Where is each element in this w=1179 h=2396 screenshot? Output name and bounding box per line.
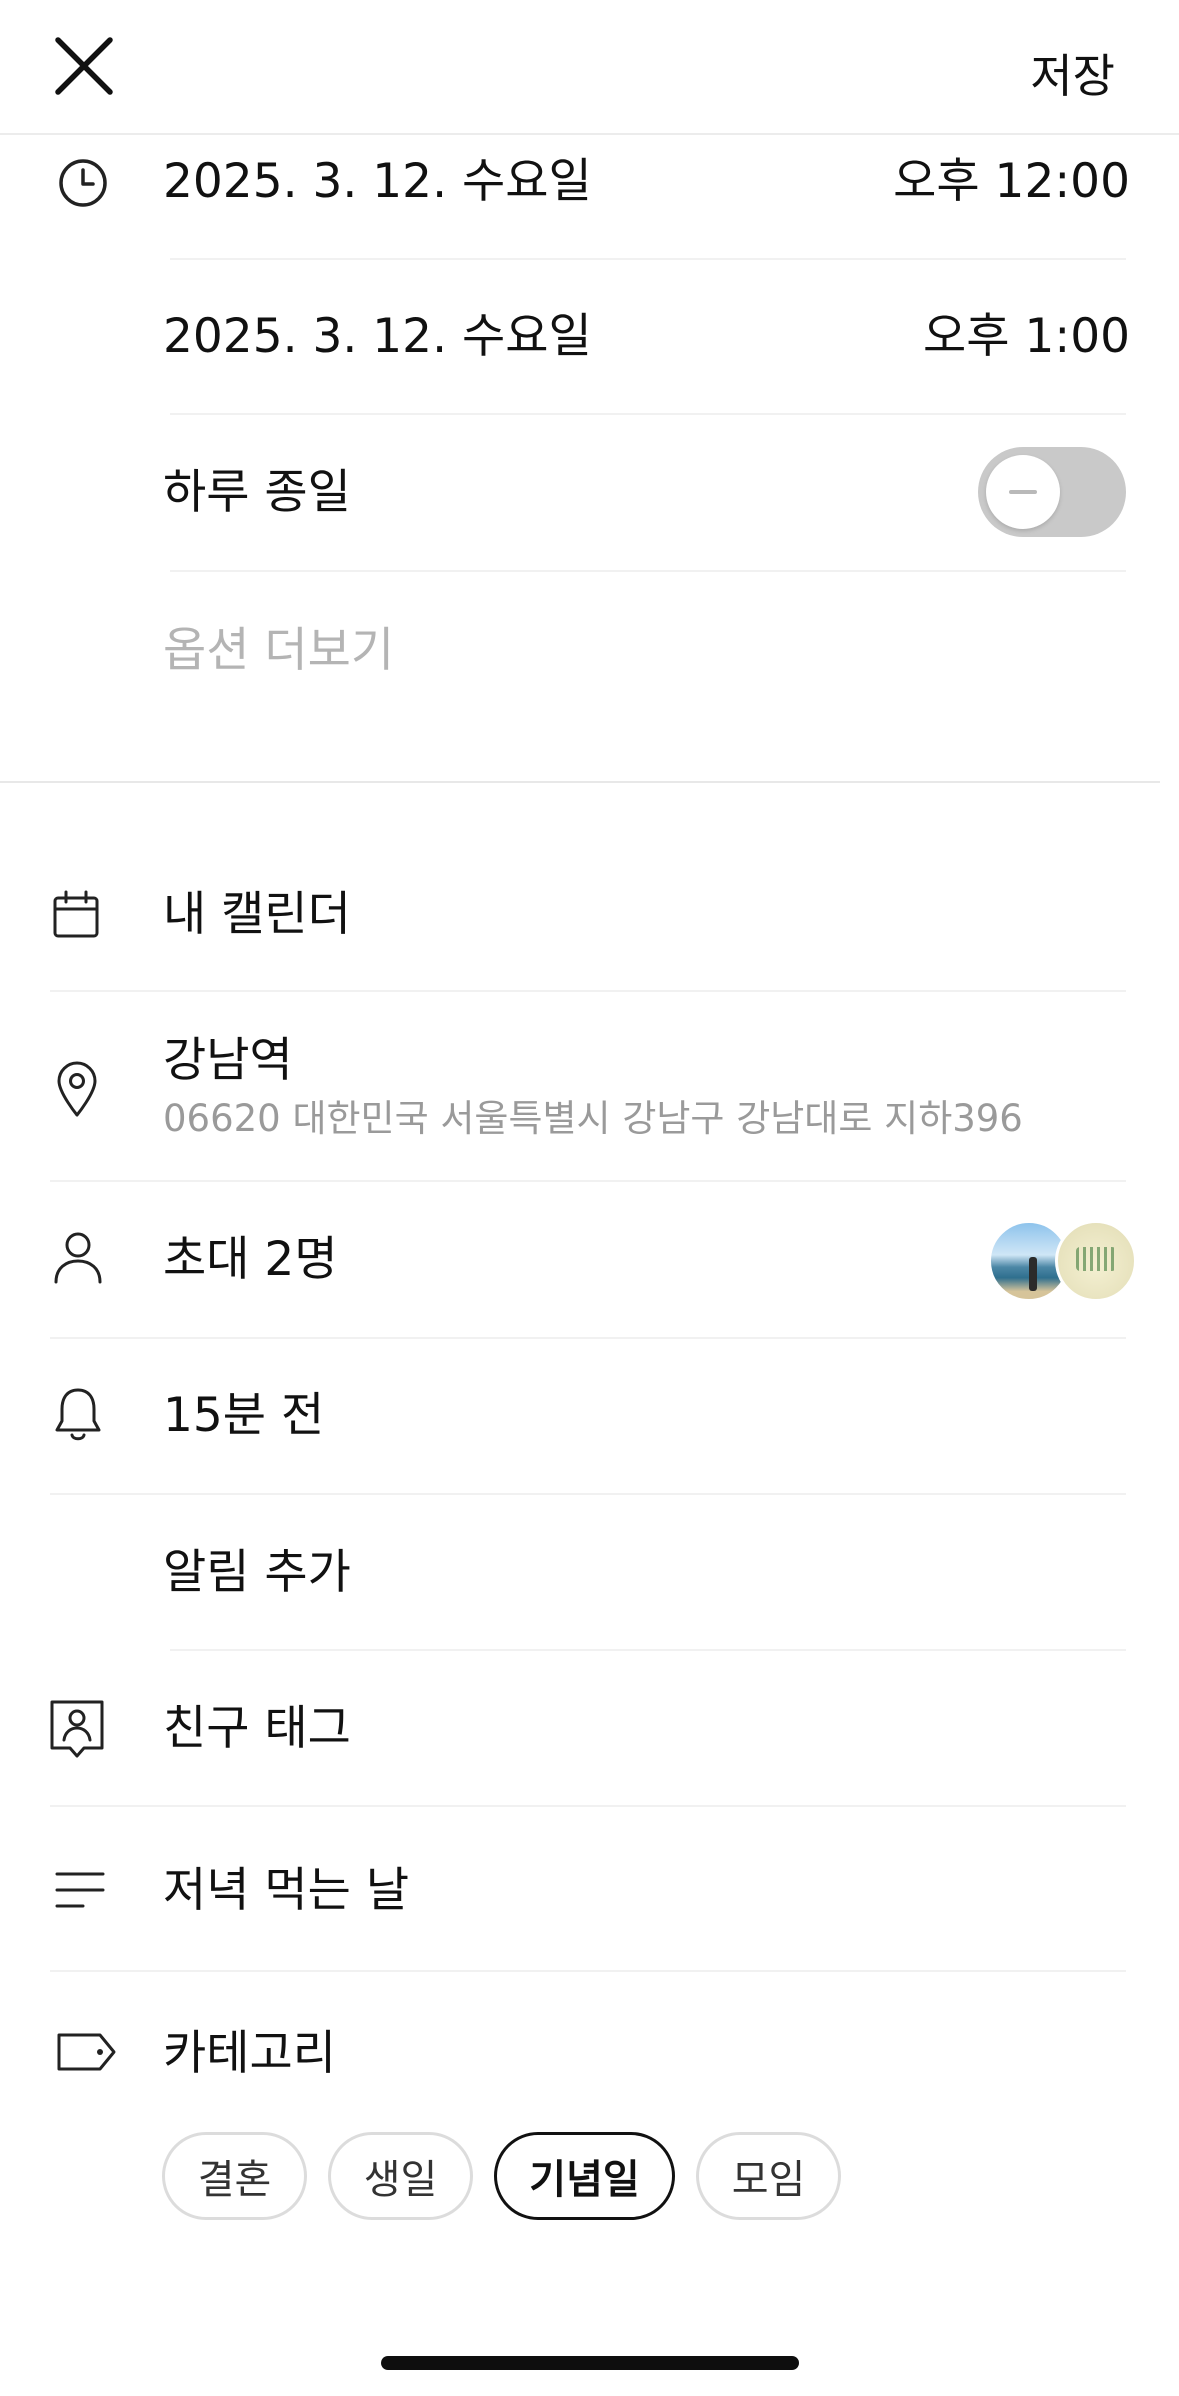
toggle-knob	[986, 455, 1060, 529]
calendar-icon	[52, 890, 100, 940]
divider	[50, 990, 1126, 992]
friend-tag-label[interactable]: 친구 태그	[163, 1705, 351, 1752]
category-chip-wedding[interactable]: 결혼	[162, 2132, 307, 2220]
person-icon	[52, 1230, 104, 1284]
close-icon[interactable]	[52, 34, 116, 98]
divider	[50, 1180, 1126, 1182]
more-options-link[interactable]: 옵션 더보기	[163, 627, 394, 674]
divider	[170, 413, 1126, 415]
divider	[50, 1337, 1126, 1339]
location-address: 06620 대한민국 서울특별시 강남구 강남대로 지하396	[163, 1097, 1023, 1140]
home-indicator	[381, 2356, 799, 2370]
start-date[interactable]: 2025. 3. 12. 수요일	[163, 158, 592, 205]
invite-label[interactable]: 초대 2명	[163, 1236, 338, 1283]
friend-tag-icon	[48, 1698, 106, 1760]
all-day-label: 하루 종일	[163, 465, 351, 520]
location-pin-icon	[55, 1060, 99, 1118]
tag-icon	[56, 2032, 118, 2072]
category-chip-anniversary[interactable]: 기념일	[494, 2132, 675, 2220]
top-bar: 저장	[0, 0, 1179, 135]
save-button[interactable]: 저장	[1030, 40, 1115, 106]
end-time[interactable]: 오후 1:00	[923, 313, 1130, 360]
all-day-toggle[interactable]	[978, 447, 1126, 537]
divider	[50, 1805, 1126, 1807]
end-date[interactable]: 2025. 3. 12. 수요일	[163, 313, 592, 360]
section-divider	[0, 781, 1160, 783]
divider	[50, 1970, 1126, 1972]
category-chip-meeting[interactable]: 모임	[696, 2132, 841, 2220]
memo-text[interactable]: 저녁 먹는 날	[163, 1867, 409, 1914]
category-chip-birthday[interactable]: 생일	[328, 2132, 473, 2220]
clock-icon	[57, 157, 109, 209]
memo-lines-icon	[55, 1870, 105, 1910]
avatar	[1055, 1220, 1137, 1302]
divider	[170, 1649, 1126, 1651]
calendar-selector[interactable]: 내 캘린더	[163, 891, 351, 938]
add-alarm-button[interactable]: 알림 추가	[163, 1549, 351, 1596]
alarm-setting[interactable]: 15분 전	[163, 1392, 324, 1439]
start-time[interactable]: 오후 12:00	[893, 158, 1130, 205]
divider	[170, 570, 1126, 572]
divider	[170, 258, 1126, 260]
location-name[interactable]: 강남역	[163, 1037, 293, 1084]
bell-icon	[53, 1385, 103, 1443]
category-label: 카테고리	[163, 2026, 336, 2081]
divider	[50, 1493, 1126, 1495]
